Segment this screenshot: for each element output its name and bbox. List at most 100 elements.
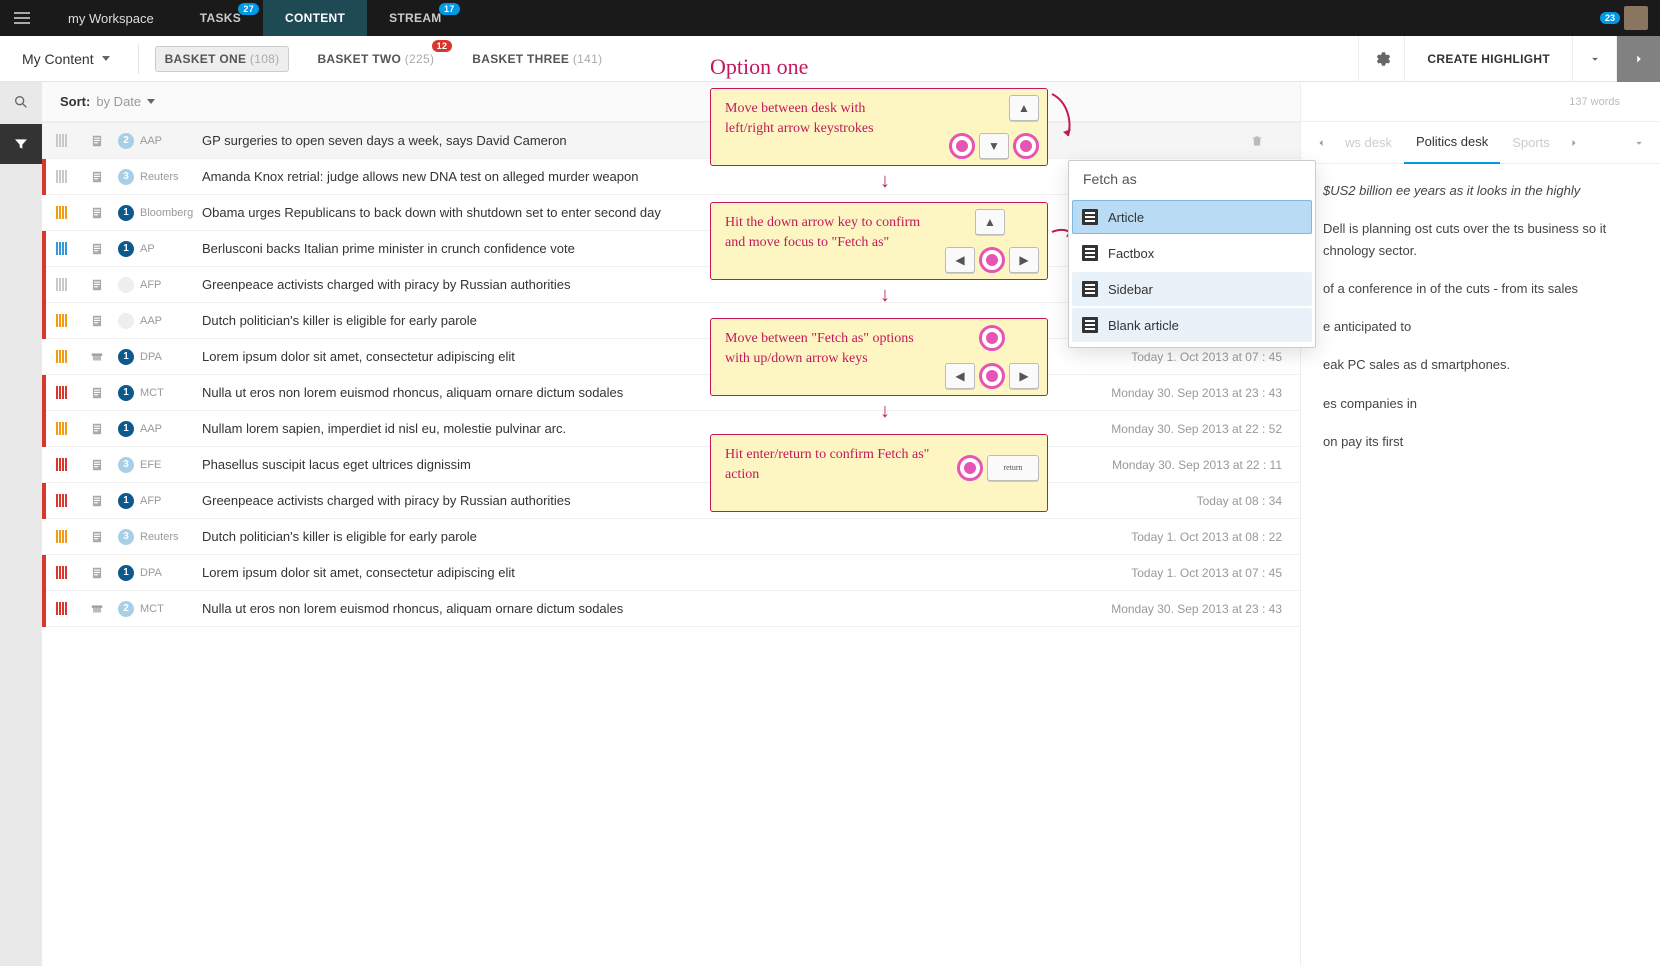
create-highlight-button[interactable]: CREATE HIGHLIGHT [1404,36,1572,82]
headline: Lorem ipsum dolor sit amet, consectetur … [202,565,1131,580]
menu-button[interactable] [0,0,44,36]
status-sticks-icon [56,170,76,184]
status-sticks-icon [56,134,76,148]
my-content-dropdown[interactable]: My Content [0,51,132,67]
fetch-item-blank[interactable]: Blank article [1072,308,1312,342]
count-badge: 1 [118,493,134,509]
basket-one[interactable]: BASKET ONE (108) [155,46,290,72]
arrow-icon [1050,92,1080,142]
list-row[interactable]: 3ReutersDutch politician's killer is eli… [42,519,1300,555]
headline: Nulla ut eros non lorem euismod rhoncus,… [202,601,1111,616]
source-label: MCT [140,387,198,399]
fetch-item-factbox[interactable]: Factbox [1072,236,1312,270]
headline: Dutch politician's killer is eligible fo… [202,529,1131,544]
forward-button[interactable] [1616,36,1660,82]
fetch-item-label: Sidebar [1108,282,1153,297]
fetch-items: Article Factbox Sidebar Blank article [1069,197,1315,347]
source-label: AAP [140,423,198,435]
notification-badge: 23 [1600,12,1620,24]
annotation-note: Move between "Fetch as" options with up/… [710,318,1048,396]
focus-indicator-icon [957,455,983,481]
document-icon [90,206,104,220]
left-key-icon: ◀ [945,247,975,273]
priority-bar [42,591,46,627]
document-icon [90,278,104,292]
list-row[interactable]: 3EFEPhasellus suscipit lacus eget ultric… [42,447,1300,483]
collapse-button[interactable] [1632,136,1646,150]
subbar-right: CREATE HIGHLIGHT [1358,36,1660,82]
basket-label: BASKET TWO [317,52,401,66]
status-sticks-icon [56,278,76,292]
tab-stream[interactable]: STREAM17 [367,0,463,36]
preview-para: $US2 billion ee years as it looks in the… [1323,180,1638,202]
word-count-number: 137 [1569,96,1587,108]
source-label: Reuters [140,171,198,183]
basket-three[interactable]: BASKET THREE (141) [462,46,612,72]
document-icon [90,494,104,508]
top-tabs: TASKS27 CONTENT STREAM17 [178,0,464,36]
basket-count: (225) [405,52,435,66]
source-label: DPA [140,567,198,579]
desk-next[interactable] [1562,131,1586,155]
list-row[interactable]: 1DPALorem ipsum dolor sit amet, consecte… [42,555,1300,591]
caret-down-icon [147,99,155,104]
left-key-icon: ◀ [945,363,975,389]
document-icon [90,314,104,328]
desk-tab-politics[interactable]: Politics desk [1404,122,1500,164]
status-sticks-icon [56,314,76,328]
sort-dropdown[interactable]: Sort: by Date [48,94,155,109]
annotation-text: Hit the down arrow key to confirm and mo… [725,213,935,252]
baskets: BASKET ONE (108) BASKET TWO (225)12 BASK… [145,46,613,72]
workspace-label[interactable]: my Workspace [44,11,178,26]
desk-prev[interactable] [1309,131,1333,155]
basket-count: (141) [573,52,603,66]
document-icon [90,422,104,436]
up-key-icon: ▲ [1009,95,1039,121]
count-badge: 1 [118,205,134,221]
expand-button[interactable] [1572,36,1616,82]
list-row[interactable]: 1AFPGreenpeace activists charged with pi… [42,483,1300,519]
timestamp: Today at 08 : 34 [1197,494,1282,508]
desk-tab-sports[interactable]: Sports [1500,122,1562,164]
avatar[interactable] [1624,6,1648,30]
basket-two[interactable]: BASKET TWO (225)12 [307,46,444,72]
source-label: AAP [140,135,198,147]
filter-button[interactable] [0,124,42,164]
chevron-left-icon [1315,137,1327,149]
settings-button[interactable] [1358,36,1404,82]
priority-bar [42,375,46,411]
desk-tabs: ws desk Politics desk Sports [1301,122,1660,164]
timestamp: Today 1. Oct 2013 at 07 : 45 [1131,350,1282,364]
document-icon [90,170,104,184]
list-row[interactable]: 1MCTNulla ut eros non lorem euismod rhon… [42,375,1300,411]
desk-tab-ws[interactable]: ws desk [1333,122,1404,164]
annotation-note: Hit enter/return to confirm Fetch as" ac… [710,434,1048,512]
document-icon [90,242,104,256]
list-row[interactable]: 2AAPGP surgeries to open seven days a we… [42,123,1300,159]
list-row[interactable]: 2MCTNulla ut eros non lorem euismod rhon… [42,591,1300,627]
focus-indicator-icon [979,325,1005,351]
tab-content[interactable]: CONTENT [263,0,367,36]
focus-indicator-icon [979,247,1005,273]
list-row[interactable]: 1AAPNullam lorem sapien, imperdiet id ni… [42,411,1300,447]
left-rail [0,82,42,966]
return-key-icon: return [987,455,1039,481]
document-icon [90,134,104,148]
divider [138,44,139,74]
count-badge: 1 [118,241,134,257]
chevron-right-icon [1568,137,1580,149]
fetch-item-sidebar[interactable]: Sidebar [1072,272,1312,306]
search-button[interactable] [0,82,42,122]
fetch-item-article[interactable]: Article [1072,200,1312,234]
article-icon [1082,209,1098,225]
tab-tasks[interactable]: TASKS27 [178,0,263,36]
headline: Amanda Knox retrial: judge allows new DN… [202,169,1197,184]
chevron-down-icon [1632,136,1646,150]
basket-pill: 12 [432,40,453,52]
delete-button[interactable] [1250,134,1264,148]
priority-bar [42,159,46,195]
source-label: AFP [140,279,198,291]
sort-value: by Date [96,94,141,109]
list-toolbar: Sort: by Date [42,82,1300,122]
source-label: AFP [140,495,198,507]
